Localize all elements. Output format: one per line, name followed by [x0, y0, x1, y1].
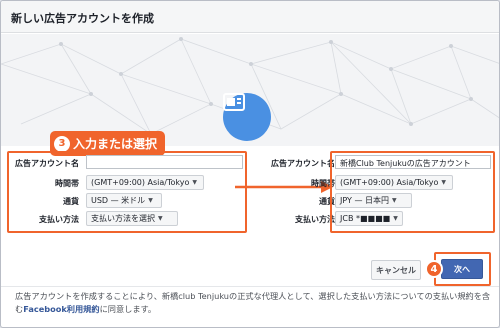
step4-number: 4: [425, 260, 443, 278]
hero-banner: [1, 34, 499, 146]
left-timezone-select[interactable]: (GMT+09:00) Asia/Tokyo ▼: [86, 175, 204, 190]
chevron-down-icon: ▼: [391, 197, 397, 204]
right-timezone-value: (GMT+09:00) Asia/Tokyo: [340, 178, 439, 187]
left-account-name-input[interactable]: [86, 155, 243, 169]
legal-text: 広告アカウントを作成することにより、新橋club Tenjukuの正式な代理人と…: [15, 290, 491, 316]
right-currency-select[interactable]: JPY — 日本円 ▼: [335, 193, 412, 208]
right-name-label: 広告アカウント名: [271, 159, 335, 168]
legal-text-after: に同意します。: [99, 304, 157, 314]
right-currency-label: 通貨: [319, 197, 335, 206]
left-payment-select[interactable]: 支払い方法を選択 ▼: [86, 211, 178, 226]
step3-number: 3: [54, 135, 70, 152]
right-timezone-label: 時間帯: [311, 179, 335, 188]
chevron-down-icon: ▼: [393, 215, 398, 222]
right-account-name-input[interactable]: 新橋Club Tenjukuの広告アカウント: [335, 155, 491, 169]
right-currency-value: JPY — 日本円: [340, 196, 389, 205]
left-currency-select[interactable]: USD — 米ドル ▼: [86, 193, 162, 208]
right-payment-value: JCB *■■■■: [340, 214, 391, 223]
chevron-down-icon: ▼: [148, 197, 153, 204]
next-button[interactable]: 次へ: [441, 259, 483, 279]
cancel-button[interactable]: キャンセル: [371, 260, 421, 280]
right-payment-select[interactable]: JCB *■■■■ ▼: [335, 211, 403, 226]
left-payment-value: 支払い方法を選択: [91, 214, 155, 223]
left-payment-label: 支払い方法: [39, 215, 79, 224]
facebook-terms-link[interactable]: Facebook利用規約: [23, 304, 99, 314]
ad-account-icon: [223, 93, 271, 141]
left-currency-label: 通貨: [63, 197, 79, 206]
dialog-title: 新しい広告アカウントを作成: [1, 1, 499, 33]
left-name-label: 広告アカウント名: [15, 159, 79, 168]
left-currency-value: USD — 米ドル: [91, 196, 146, 205]
right-timezone-select[interactable]: (GMT+09:00) Asia/Tokyo ▼: [335, 175, 453, 190]
step3-text: 入力または選択: [73, 137, 158, 151]
divider: [1, 286, 499, 287]
left-timezone-label: 時間帯: [55, 179, 79, 188]
left-timezone-value: (GMT+09:00) Asia/Tokyo: [91, 178, 190, 187]
ad-account-glyph: [223, 93, 245, 111]
chevron-down-icon: ▼: [441, 179, 447, 186]
chevron-down-icon: ▼: [192, 179, 198, 186]
create-ad-account-dialog: 新しい広告アカウントを作成 3 入力または選択 広告アカウント名 時間帯 (GM…: [0, 0, 500, 328]
chevron-down-icon: ▼: [158, 215, 163, 222]
right-payment-label: 支払い方法: [295, 215, 335, 224]
